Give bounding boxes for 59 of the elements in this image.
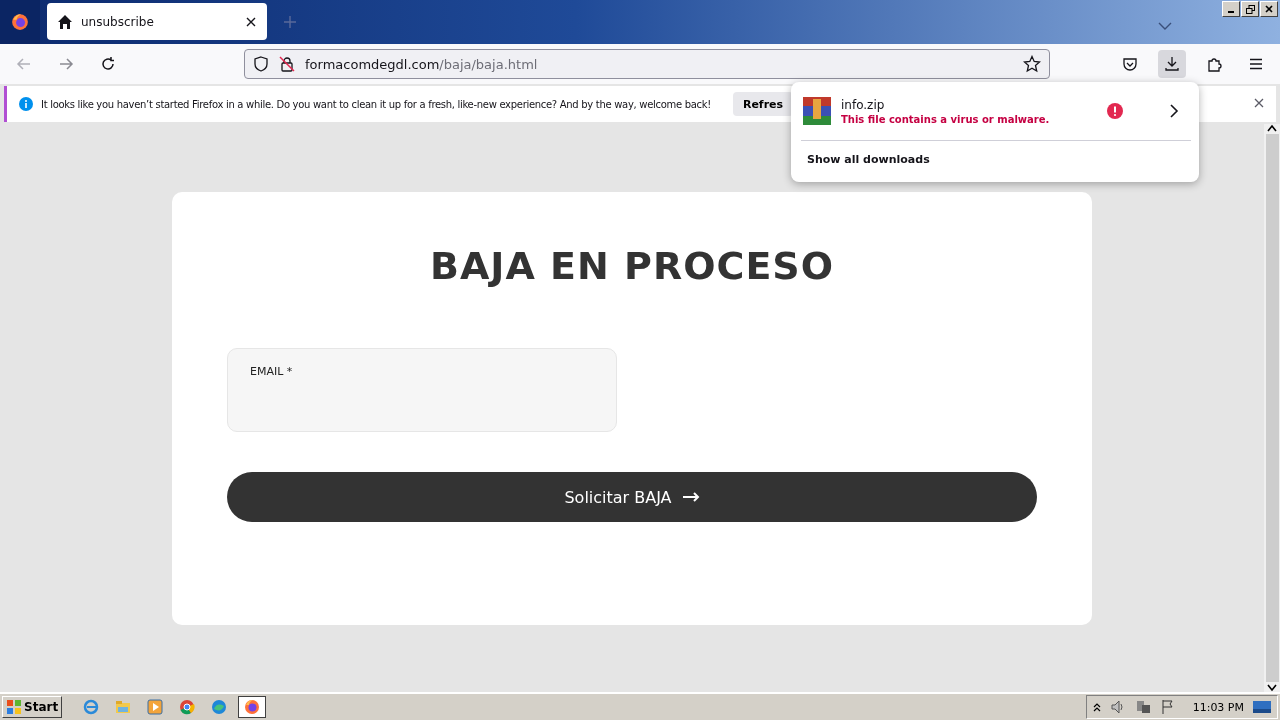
- desktop-icon: [1253, 700, 1271, 714]
- chevron-right-icon: [1169, 104, 1179, 118]
- taskbar-app[interactable]: [238, 696, 267, 718]
- arrow-right-icon: [681, 492, 700, 502]
- edge-icon: [211, 699, 228, 715]
- scroll-down-icon: [1267, 684, 1277, 692]
- play-icon: [147, 699, 164, 715]
- flag-icon: [1159, 699, 1176, 715]
- pocket-icon: [1122, 56, 1138, 72]
- forward-arrow-icon: [58, 56, 74, 72]
- back-arrow-icon: [16, 56, 32, 72]
- restore-button[interactable]: [1241, 1, 1259, 17]
- email-field[interactable]: EMAIL *: [227, 348, 617, 432]
- archive-icon: [801, 95, 833, 127]
- folder-icon: [115, 699, 132, 715]
- windows-logo-icon: [6, 699, 22, 715]
- info-icon: [19, 97, 33, 111]
- close-icon: [1254, 97, 1264, 108]
- download-item[interactable]: info.zip This file contains a virus or malware.: [801, 94, 1191, 128]
- submit-button[interactable]: Solicitar BAJA: [227, 472, 1037, 522]
- star-icon: [1023, 55, 1041, 73]
- plus-icon: [283, 15, 297, 29]
- show-all-downloads-link[interactable]: Show all downloads: [801, 141, 1191, 178]
- browser-tab[interactable]: unsubscribe: [47, 3, 267, 40]
- firefox-logo-icon: [11, 13, 29, 31]
- url-text: formacomdegdl.com/baja/baja.html: [305, 56, 539, 72]
- download-icon: [1164, 56, 1180, 72]
- warning-icon: [1107, 103, 1123, 119]
- address-bar[interactable]: formacomdegdl.com/baja/baja.html: [244, 49, 1050, 79]
- tab-title: unsubscribe: [81, 14, 155, 29]
- file-name: info.zip: [841, 97, 886, 112]
- downloads-button[interactable]: [1158, 50, 1186, 78]
- notification-message: It looks like you haven’t started Firefox in a while. Do you want to clean it up for a fresh, like-new experience? And by the way, welcome back!: [41, 98, 711, 110]
- reload-icon: [100, 56, 116, 72]
- home-icon: [57, 13, 73, 30]
- network-icon: [1134, 699, 1151, 715]
- browser-e-icon: [83, 699, 100, 715]
- close-icon: [1265, 5, 1273, 13]
- page-heading: BAJA EN PROCESO: [428, 244, 836, 288]
- chevron-up-icon: [1092, 702, 1101, 712]
- minimize-button[interactable]: [1222, 1, 1240, 17]
- scroll-thumb[interactable]: [1265, 134, 1279, 682]
- firefox-icon: [244, 699, 261, 715]
- puzzle-icon: [1206, 56, 1222, 72]
- refresh-button[interactable]: Refres: [732, 92, 794, 116]
- speaker-icon: [1109, 699, 1126, 715]
- chevron-down-icon: [1158, 21, 1172, 31]
- menu-icon: [1248, 56, 1264, 72]
- scroll-up-icon: [1267, 124, 1277, 132]
- restore-icon: [1245, 4, 1255, 14]
- close-icon: [245, 15, 257, 28]
- crossed-lock-icon: [279, 56, 295, 72]
- chrome-icon: [179, 699, 196, 715]
- start-button[interactable]: Start: [2, 696, 63, 718]
- clock: 11:03 PM: [1192, 700, 1244, 714]
- malware-warning: This file contains a virus or malware.: [841, 113, 1051, 125]
- close-window-button[interactable]: [1260, 1, 1278, 17]
- shield-icon: [253, 56, 269, 72]
- scrollbar[interactable]: [1264, 124, 1280, 692]
